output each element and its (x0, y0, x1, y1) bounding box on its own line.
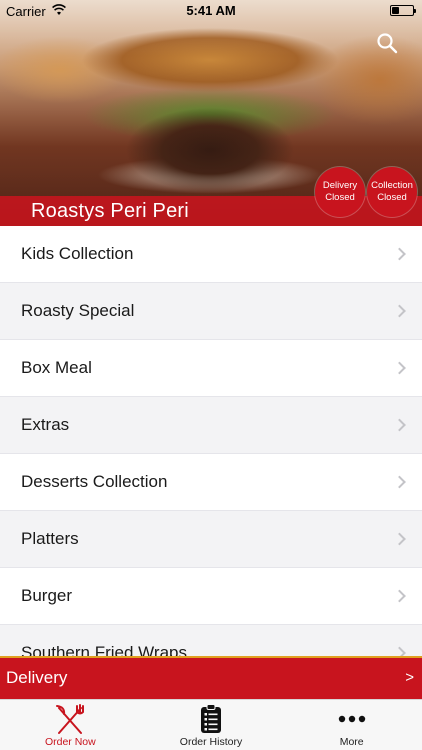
chevron-right-icon (393, 304, 406, 318)
delivery-arrow-icon: > (405, 669, 414, 686)
delivery-badge-line2: Closed (325, 192, 355, 203)
menu-item-label: Southern Fried Wraps (21, 643, 187, 656)
chevron-right-icon (393, 532, 406, 546)
menu-item-burger[interactable]: Burger (0, 568, 422, 625)
menu-item-roasty-special[interactable]: Roasty Special (0, 283, 422, 340)
menu-item-label: Burger (21, 586, 73, 605)
status-bar: Carrier 5:41 AM (0, 0, 422, 22)
chevron-right-icon (393, 589, 406, 603)
clipboard-icon (201, 704, 221, 733)
menu-category-list[interactable]: Kids Collection Roasty Special Box Meal … (0, 226, 422, 656)
fork-knife-icon (56, 704, 85, 734)
tab-order-now-label: Order Now (44, 736, 96, 748)
delivery-badge-line1: Delivery (322, 180, 358, 191)
delivery-mode-label: Delivery (6, 668, 68, 687)
tab-order-history-label: Order History (179, 736, 243, 748)
battery-icon (390, 5, 416, 16)
chevron-right-icon (393, 646, 406, 656)
collection-status-badge: Collection Closed (367, 167, 417, 217)
delivery-status-badge: Delivery Closed (315, 167, 365, 217)
more-dots-icon (338, 715, 365, 723)
tab-more-label: More (339, 736, 364, 748)
menu-item-southern-fried-wraps[interactable]: Southern Fried Wraps (0, 625, 422, 656)
menu-item-label: Kids Collection (21, 244, 134, 263)
menu-item-label: Extras (21, 415, 70, 434)
delivery-mode-bar[interactable]: Delivery > (0, 656, 422, 699)
menu-item-extras[interactable]: Extras (0, 397, 422, 454)
menu-item-box-meal[interactable]: Box Meal (0, 340, 422, 397)
chevron-right-icon (393, 475, 406, 489)
menu-item-platters[interactable]: Platters (0, 511, 422, 568)
menu-item-label: Desserts Collection (21, 472, 168, 491)
chevron-right-icon (393, 418, 406, 432)
search-icon[interactable] (376, 32, 398, 54)
chevron-right-icon (393, 247, 406, 261)
menu-item-desserts-collection[interactable]: Desserts Collection (0, 454, 422, 511)
chevron-right-icon (393, 361, 406, 375)
tab-order-history[interactable]: Order History (141, 700, 282, 750)
collection-badge-line1: Collection (371, 180, 413, 191)
collection-badge-line2: Closed (377, 192, 407, 203)
menu-item-label: Platters (21, 529, 79, 548)
tab-more[interactable]: More (281, 700, 422, 750)
menu-item-label: Roasty Special (21, 301, 135, 320)
tab-bar: Order Now Order History More (0, 699, 422, 750)
tab-order-now[interactable]: Order Now (0, 700, 141, 750)
menu-item-label: Box Meal (21, 358, 92, 377)
clock: 5:41 AM (186, 3, 236, 18)
menu-item-kids-collection[interactable]: Kids Collection (0, 226, 422, 283)
restaurant-name: Roastys Peri Peri (31, 200, 189, 222)
